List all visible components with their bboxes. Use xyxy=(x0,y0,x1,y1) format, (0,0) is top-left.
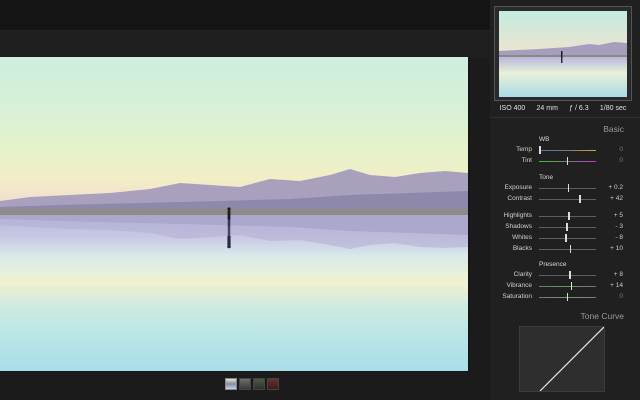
slider-handle-contrast[interactable] xyxy=(579,195,581,203)
filmstrip-thumb-4[interactable] xyxy=(267,378,279,390)
filmstrip-thumb-2[interactable] xyxy=(239,378,251,390)
slider-label-temp: Temp xyxy=(516,146,532,153)
slider-whites[interactable]: Whites - 8 xyxy=(490,233,640,243)
slider-value-exposure: + 0.2 xyxy=(608,184,623,191)
basic-section-title[interactable]: Basic xyxy=(603,124,624,134)
slider-shadows[interactable]: Shadows - 3 xyxy=(490,222,640,232)
slider-blacks[interactable]: Blacks + 10 xyxy=(490,244,640,254)
slider-value-blacks: + 10 xyxy=(610,245,623,252)
slider-temp[interactable]: Temp 0 xyxy=(490,145,640,155)
slider-label-vibrance: Vibrance xyxy=(506,282,532,289)
slider-value-whites: - 8 xyxy=(615,234,623,241)
slider-value-shadows: - 3 xyxy=(615,223,623,230)
slider-value-temp: 0 xyxy=(619,146,623,153)
tone-curve-graph[interactable] xyxy=(519,326,605,392)
presence-group-label: Presence xyxy=(539,261,567,268)
exif-shutter: 1/80 sec xyxy=(599,104,627,112)
slider-label-blacks: Blacks xyxy=(512,245,532,252)
slider-exposure[interactable]: Exposure + 0.2 xyxy=(490,183,640,193)
slider-handle-tint[interactable] xyxy=(566,157,569,165)
slider-label-highlights: Highlights xyxy=(503,212,532,219)
slider-clarity[interactable]: Clarity + 8 xyxy=(490,270,640,280)
slider-track-contrast[interactable] xyxy=(539,199,596,200)
slider-handle-vibrance[interactable] xyxy=(570,282,573,290)
photo-mountains-reflection xyxy=(0,215,468,249)
filmstrip-thumb-1[interactable] xyxy=(225,378,237,390)
navigator-preview[interactable] xyxy=(494,6,632,101)
tone-curve-section-title[interactable]: Tone Curve xyxy=(581,311,624,321)
slider-label-whites: Whites xyxy=(512,234,532,241)
wb-group-label: WB xyxy=(539,136,550,143)
slider-handle-exposure[interactable] xyxy=(567,184,570,192)
slider-handle-shadows[interactable] xyxy=(566,223,568,231)
main-photo[interactable] xyxy=(0,57,468,371)
slider-highlights[interactable]: Highlights + 5 xyxy=(490,211,640,221)
slider-track-blacks[interactable] xyxy=(539,249,596,250)
filmstrip-thumb-3[interactable] xyxy=(253,378,265,390)
slider-tint[interactable]: Tint 0 xyxy=(490,156,640,166)
exif-info: ISO 400 24 mm ƒ / 6.3 1/80 sec xyxy=(494,101,632,115)
tone-group-label: Tone xyxy=(539,174,554,181)
slider-handle-highlights[interactable] xyxy=(568,212,570,220)
person-silhouette xyxy=(227,207,231,227)
slider-track-whites[interactable] xyxy=(539,238,596,239)
adjustments-panel: ISO 400 24 mm ƒ / 6.3 1/80 sec Basic WB … xyxy=(490,0,640,400)
slider-label-saturation: Saturation xyxy=(502,293,532,300)
top-toolbar xyxy=(0,0,490,30)
slider-contrast[interactable]: Contrast + 42 xyxy=(490,194,640,204)
slider-saturation[interactable]: Saturation 0 xyxy=(490,292,640,302)
exif-iso: ISO 400 xyxy=(499,104,526,112)
slider-label-tint: Tint xyxy=(521,157,532,164)
slider-track-vibrance[interactable] xyxy=(539,286,596,287)
slider-track-clarity[interactable] xyxy=(539,275,596,276)
slider-value-vibrance: + 14 xyxy=(610,282,623,289)
filmstrip xyxy=(225,378,279,390)
sub-toolbar xyxy=(0,30,490,58)
panel-divider xyxy=(490,117,640,118)
slider-vibrance[interactable]: Vibrance + 14 xyxy=(490,281,640,291)
slider-value-saturation: 0 xyxy=(619,293,623,300)
slider-value-contrast: + 42 xyxy=(610,195,623,202)
slider-value-highlights: + 5 xyxy=(613,212,623,219)
preview-thumbnail xyxy=(499,11,627,97)
slider-handle-temp[interactable] xyxy=(539,146,541,154)
slider-label-contrast: Contrast xyxy=(507,195,532,202)
exif-aperture: ƒ / 6.3 xyxy=(569,104,589,112)
slider-handle-clarity[interactable] xyxy=(569,271,571,279)
slider-value-tint: 0 xyxy=(619,157,623,164)
slider-label-shadows: Shadows xyxy=(505,223,532,230)
exif-focal-length: 24 mm xyxy=(536,104,558,112)
slider-handle-blacks[interactable] xyxy=(569,245,572,253)
slider-label-exposure: Exposure xyxy=(504,184,532,191)
slider-value-clarity: + 8 xyxy=(613,271,623,278)
slider-label-clarity: Clarity xyxy=(513,271,532,278)
slider-handle-saturation[interactable] xyxy=(566,293,569,301)
tone-curve-line xyxy=(539,326,605,392)
slider-handle-whites[interactable] xyxy=(565,234,567,242)
slider-track-temp[interactable] xyxy=(539,150,596,151)
person-reflection xyxy=(227,227,231,249)
